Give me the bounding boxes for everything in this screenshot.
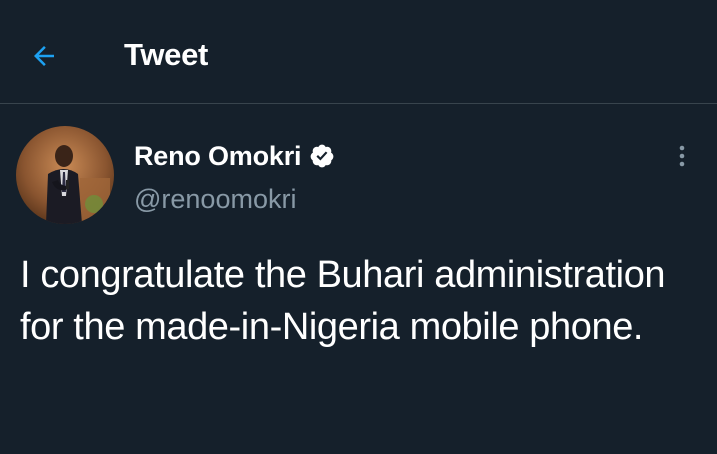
profile-photo bbox=[16, 126, 114, 224]
arrow-left-icon bbox=[34, 46, 54, 66]
page-title: Tweet bbox=[124, 37, 209, 72]
back-button[interactable] bbox=[22, 36, 66, 76]
author-name: Reno Omokri bbox=[134, 141, 302, 171]
author-handle[interactable]: @renoomokri bbox=[134, 182, 296, 216]
avatar[interactable] bbox=[16, 126, 114, 224]
vertical-ellipsis-icon bbox=[679, 145, 685, 167]
more-options-button[interactable] bbox=[664, 138, 700, 174]
tweet-text: I congratulate the Buhari administration… bbox=[20, 254, 666, 348]
verified-badge-icon bbox=[309, 143, 335, 169]
top-bar: Tweet bbox=[0, 0, 717, 104]
author-name-row[interactable]: Reno Omokri bbox=[134, 138, 335, 174]
